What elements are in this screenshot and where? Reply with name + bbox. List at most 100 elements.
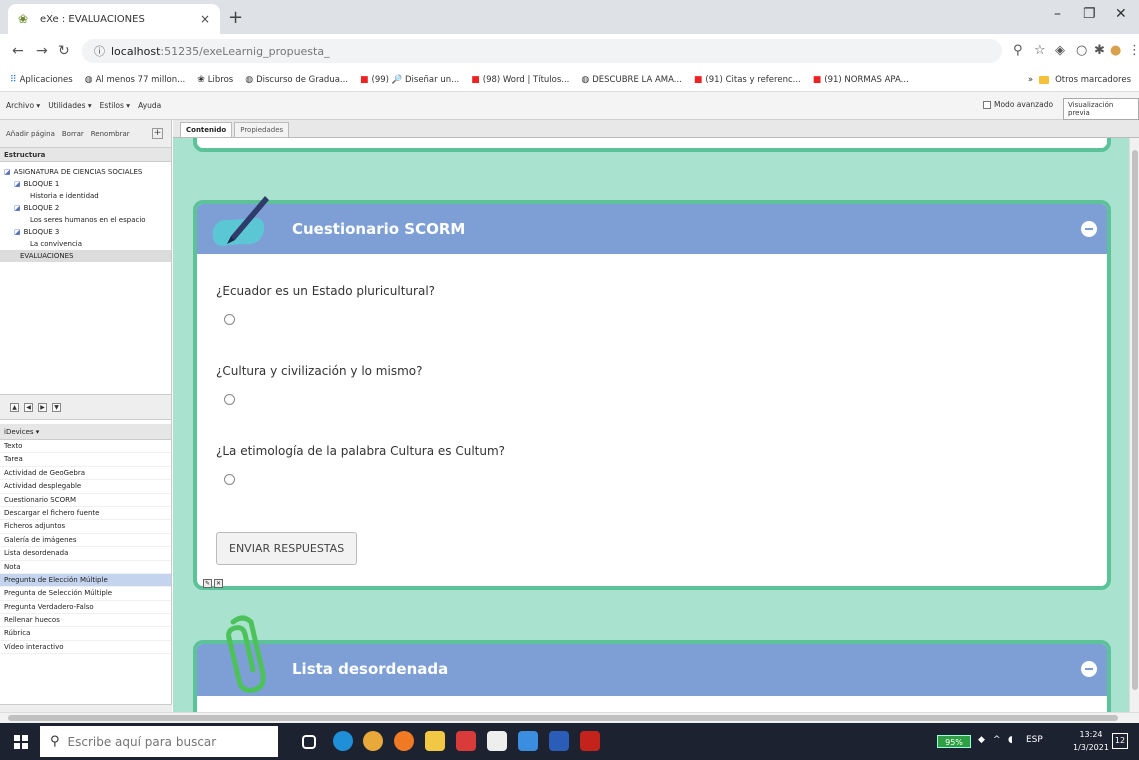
expand-icon[interactable]: + [152, 128, 163, 139]
answer-radio[interactable] [224, 474, 235, 485]
advanced-mode-checkbox[interactable] [983, 100, 991, 109]
bookmark-item[interactable]: ◍ DESCUBRE LA AMA... [581, 75, 682, 85]
battery-indicator[interactable]: 95% [937, 735, 971, 748]
close-window-icon[interactable]: ✕ [1115, 6, 1127, 22]
horizontal-scrollbar[interactable] [0, 712, 1139, 723]
idevice-item[interactable]: Lista desordenada [0, 547, 171, 561]
store-icon[interactable] [487, 731, 507, 751]
volume-icon[interactable]: ◖ [1008, 735, 1013, 745]
chrome-icon[interactable] [363, 731, 383, 751]
left-panel-scrollbar[interactable] [0, 704, 172, 712]
idevice-item[interactable]: Actividad de GeoGebra [0, 467, 171, 481]
idevice-item[interactable]: Rellenar huecos [0, 614, 171, 628]
bookmark-item[interactable]: ■ (91) Citas y referenc... [694, 75, 801, 85]
idevice-item[interactable]: Nota [0, 561, 171, 574]
advanced-mode-toggle[interactable]: Modo avanzado [983, 100, 1053, 109]
move-left-icon[interactable]: ◀ [24, 402, 33, 412]
rename-page-button[interactable]: Renombrar [91, 130, 130, 138]
info-icon[interactable]: ⓘ [94, 43, 105, 59]
reload-icon[interactable]: ↻ [58, 43, 70, 59]
bookmark-item[interactable]: ■ (99) 🔎 Diseñar un... [360, 75, 459, 85]
puzzle-icon[interactable]: ✱ [1094, 43, 1105, 58]
other-bookmarks[interactable]: Otros marcadores [1055, 75, 1131, 85]
menu-dots-icon[interactable]: ⋮ [1128, 43, 1139, 58]
idevice-item[interactable]: Actividad desplegable [0, 480, 171, 494]
move-up-icon[interactable]: ▲ [10, 402, 19, 412]
idevice-item[interactable]: Cuestionario SCORM [0, 494, 171, 507]
tree-node[interactable]: La convivencia [0, 238, 171, 250]
bookmark-item[interactable]: ◍ Discurso de Gradua... [245, 75, 348, 85]
idevice-item[interactable]: Pregunta Verdadero-Falso [0, 601, 171, 615]
back-icon[interactable]: ← [12, 43, 24, 59]
new-tab-button[interactable]: + [228, 7, 243, 28]
browser-tab[interactable]: ❀ eXe : EVALUACIONES × [8, 4, 220, 34]
task-view-icon[interactable] [302, 735, 316, 749]
delete-icon[interactable]: ✕ [214, 579, 223, 588]
idevice-item[interactable]: Descargar el fichero fuente [0, 507, 171, 521]
idevice-item[interactable]: Ficheros adjuntos [0, 520, 171, 534]
tab-contenido[interactable]: Contenido [180, 122, 233, 137]
bookmark-item[interactable]: ❀ Libros [197, 75, 233, 85]
edge-icon[interactable] [333, 731, 353, 751]
acrobat-icon[interactable] [580, 731, 600, 751]
mail-icon[interactable] [518, 731, 538, 751]
tree-node[interactable]: EVALUACIONES [0, 250, 171, 262]
firefox-icon[interactable] [394, 731, 414, 751]
language-indicator[interactable]: ESP [1026, 735, 1043, 745]
word-icon[interactable] [549, 731, 569, 751]
idevices-header[interactable]: iDevices ▾ [0, 424, 171, 440]
tree-node[interactable]: ◪ BLOQUE 3 [0, 226, 171, 238]
idevice-item[interactable]: Tarea [0, 453, 171, 467]
windows-start-icon[interactable] [14, 735, 28, 749]
move-right-icon[interactable]: ▶ [38, 402, 47, 412]
tree-node[interactable]: Historia e identidad [0, 190, 171, 202]
bookmark-item[interactable]: ◍ Al menos 77 millon... [85, 75, 186, 85]
idevice-item[interactable]: Galería de imágenes [0, 534, 171, 548]
tab-propiedades[interactable]: Propiedades [234, 122, 290, 137]
tab-close-icon[interactable]: × [200, 12, 210, 26]
menu-item[interactable]: Archivo ▾ [6, 101, 40, 110]
zoom-icon[interactable]: ⚲ [1013, 43, 1023, 58]
idevice-item[interactable]: Rúbrica [0, 627, 171, 641]
vertical-scroll-thumb[interactable] [1132, 150, 1138, 690]
menu-item[interactable]: Estilos ▾ [100, 101, 130, 110]
bookmark-item[interactable]: ■ (98) Word | Títulos... [471, 75, 569, 85]
idevice-item[interactable]: Texto [0, 440, 171, 454]
collapse-toggle-icon[interactable] [1081, 221, 1097, 237]
taskbar-search[interactable]: ⚲ [40, 726, 278, 757]
tree-node[interactable]: ◪ BLOQUE 1 [0, 178, 171, 190]
minimize-icon[interactable]: – [1054, 6, 1061, 22]
bookmarks-more-button[interactable]: » [1028, 75, 1033, 85]
star-icon[interactable]: ☆ [1034, 43, 1046, 58]
tray-chevron-icon[interactable]: ^ [993, 735, 1001, 745]
horizontal-scroll-thumb[interactable] [8, 715, 1118, 721]
url-omnibox[interactable]: ⓘ localhost :51235/exeLearnig_propuesta_ [82, 39, 1002, 63]
answer-radio[interactable] [224, 394, 235, 405]
bookmark-item[interactable]: ⠿ Aplicaciones [10, 75, 73, 85]
taskbar-search-input[interactable] [67, 734, 248, 749]
list-collapse-toggle-icon[interactable] [1081, 661, 1097, 677]
maximize-icon[interactable]: ❐ [1083, 6, 1096, 22]
notifications-icon[interactable]: 12 [1112, 733, 1128, 749]
bookmark-item[interactable]: ■ (91) NORMAS APA... [813, 75, 909, 85]
move-down-icon[interactable]: ▼ [52, 402, 61, 412]
opera-icon[interactable]: ○ [1076, 43, 1087, 58]
menu-item[interactable]: Utilidades ▾ [48, 101, 91, 110]
add-page-button[interactable]: Añadir página [6, 130, 55, 138]
idevice-item[interactable]: Pregunta de Elección Múltiple [0, 573, 171, 588]
content-vertical-scrollbar[interactable] [1129, 138, 1139, 712]
tree-node[interactable]: ◪ ASIGNATURA DE CIENCIAS SOCIALES [0, 166, 171, 178]
idevice-item[interactable]: Pregunta de Selección Múltiple [0, 587, 171, 601]
extension-icon[interactable]: ◈ [1055, 43, 1065, 58]
forward-icon[interactable]: → [36, 43, 48, 59]
edit-icon[interactable]: ✎ [203, 579, 212, 588]
avatar[interactable]: ● [1110, 43, 1121, 58]
tree-node[interactable]: Los seres humanos en el espacio [0, 214, 171, 226]
preview-button[interactable]: Visualización previa [1063, 98, 1139, 120]
mcafee-icon[interactable] [456, 731, 476, 751]
menu-item[interactable]: Ayuda [138, 101, 161, 110]
network-icon[interactable]: ◆ [978, 735, 985, 745]
submit-answers-button[interactable]: ENVIAR RESPUESTAS [216, 532, 358, 565]
answer-radio[interactable] [224, 314, 235, 325]
tree-node[interactable]: ◪ BLOQUE 2 [0, 202, 171, 214]
